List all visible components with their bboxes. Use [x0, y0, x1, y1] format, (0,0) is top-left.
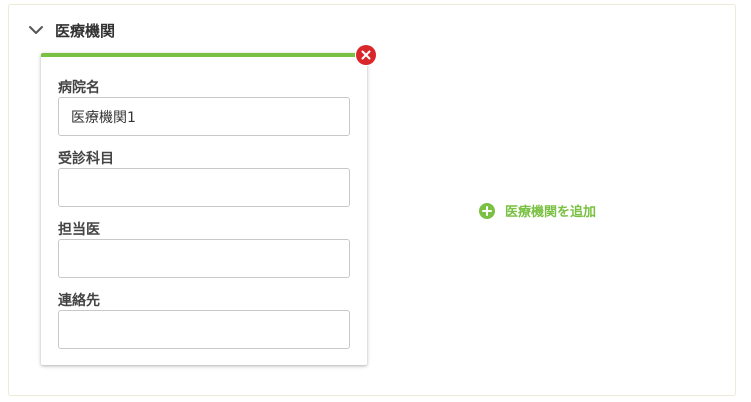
section-header[interactable]: 医療機関	[27, 19, 115, 41]
institution-card: 病院名 受診科目 担当医 連絡先	[41, 53, 367, 365]
doctor-input[interactable]	[58, 239, 350, 278]
plus-circle-icon	[479, 202, 495, 219]
doctor-label: 担当医	[58, 222, 100, 238]
section-title: 医療機関	[55, 21, 116, 40]
contact-label: 連絡先	[58, 293, 100, 309]
department-input[interactable]	[58, 168, 350, 207]
contact-input[interactable]	[58, 310, 350, 349]
department-label: 受診科目	[58, 151, 114, 167]
hospital-name-label: 病院名	[58, 80, 100, 96]
chevron-down-icon[interactable]	[27, 21, 45, 39]
add-institution-label: 医療機関を追加	[505, 205, 597, 220]
hospital-name-input[interactable]	[58, 97, 350, 136]
remove-card-button[interactable]	[356, 45, 376, 65]
medical-institutions-section: 医療機関 病院名 受診科目 担当医 連絡先 医療機関を追加	[8, 4, 736, 396]
close-circle-icon	[361, 50, 371, 60]
add-institution-button[interactable]: 医療機関を追加	[479, 201, 596, 220]
